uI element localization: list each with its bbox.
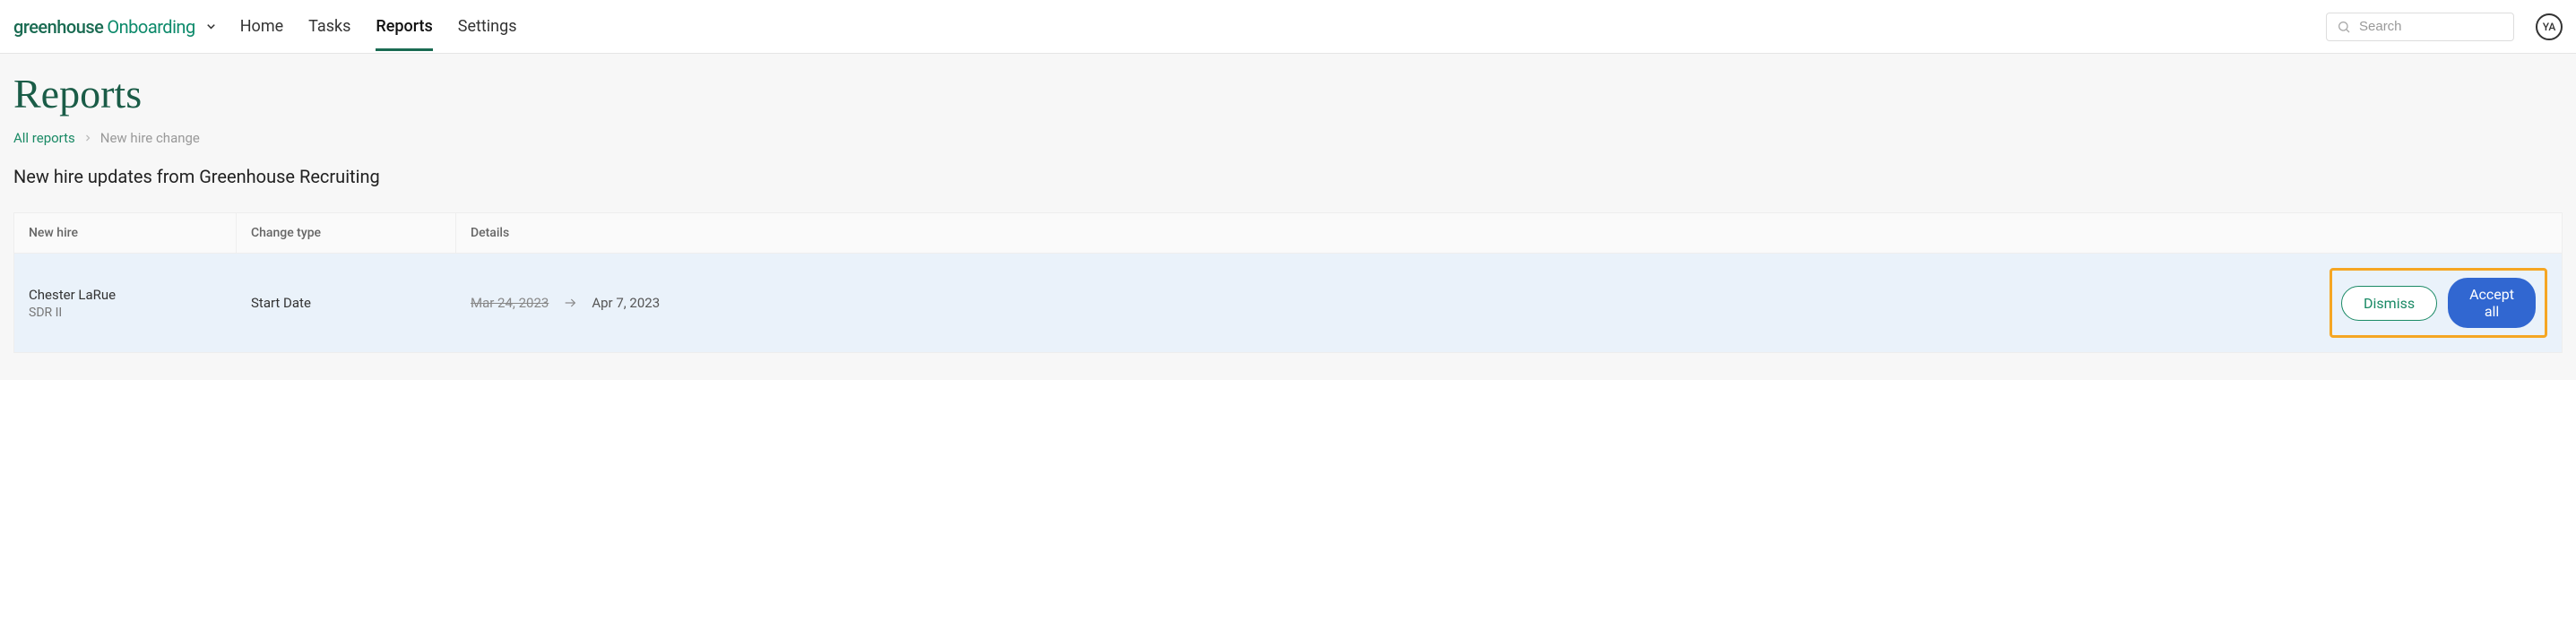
nav-settings[interactable]: Settings <box>458 3 517 51</box>
breadcrumb-all-reports[interactable]: All reports <box>13 130 75 146</box>
search-icon <box>2337 20 2351 34</box>
logo-secondary-text: Onboarding <box>107 16 194 38</box>
dismiss-button[interactable]: Dismiss <box>2341 286 2437 321</box>
header-right: YA <box>2326 13 2563 41</box>
breadcrumb: All reports New hire change <box>13 130 2563 146</box>
updates-table: New hire Change type Details Chester LaR… <box>13 212 2563 353</box>
user-avatar[interactable]: YA <box>2536 13 2563 40</box>
cell-new-hire: Chester LaRue SDR II <box>14 272 237 334</box>
search-input[interactable] <box>2326 13 2514 41</box>
hire-role: SDR II <box>29 306 222 320</box>
old-value: Mar 24, 2023 <box>471 295 549 311</box>
chevron-right-icon <box>82 133 93 143</box>
th-details: Details <box>456 213 2562 253</box>
page-title: Reports <box>13 70 2563 117</box>
nav-home[interactable]: Home <box>240 3 283 51</box>
page-content: Reports All reports New hire change New … <box>0 54 2576 380</box>
cell-change-type: Start Date <box>237 280 456 325</box>
hire-name: Chester LaRue <box>29 287 222 303</box>
arrow-right-icon <box>561 296 579 310</box>
cell-details: Mar 24, 2023 Apr 7, 2023 <box>456 280 2315 325</box>
logo-switcher[interactable]: greenhouse Onboarding <box>13 16 218 38</box>
search-wrap <box>2326 13 2514 41</box>
section-title: New hire updates from Greenhouse Recruit… <box>13 166 2563 187</box>
actions-highlight: Dismiss Accept all <box>2330 268 2547 338</box>
new-value: Apr 7, 2023 <box>592 295 660 311</box>
logo-primary-text: greenhouse <box>13 16 103 38</box>
nav-reports[interactable]: Reports <box>376 3 432 51</box>
app-header: greenhouse Onboarding Home Tasks Reports… <box>0 0 2576 54</box>
th-change-type: Change type <box>237 213 456 253</box>
chevron-down-icon <box>204 20 218 33</box>
logo: greenhouse Onboarding <box>13 16 195 38</box>
th-new-hire: New hire <box>14 213 237 253</box>
table-header: New hire Change type Details <box>14 213 2562 254</box>
breadcrumb-current: New hire change <box>100 130 200 146</box>
table-row: Chester LaRue SDR II Start Date Mar 24, … <box>14 254 2562 352</box>
cell-actions: Dismiss Accept all <box>2315 254 2562 352</box>
nav-tasks[interactable]: Tasks <box>308 3 350 51</box>
accept-all-button[interactable]: Accept all <box>2448 278 2536 328</box>
main-nav: Home Tasks Reports Settings <box>240 3 517 51</box>
